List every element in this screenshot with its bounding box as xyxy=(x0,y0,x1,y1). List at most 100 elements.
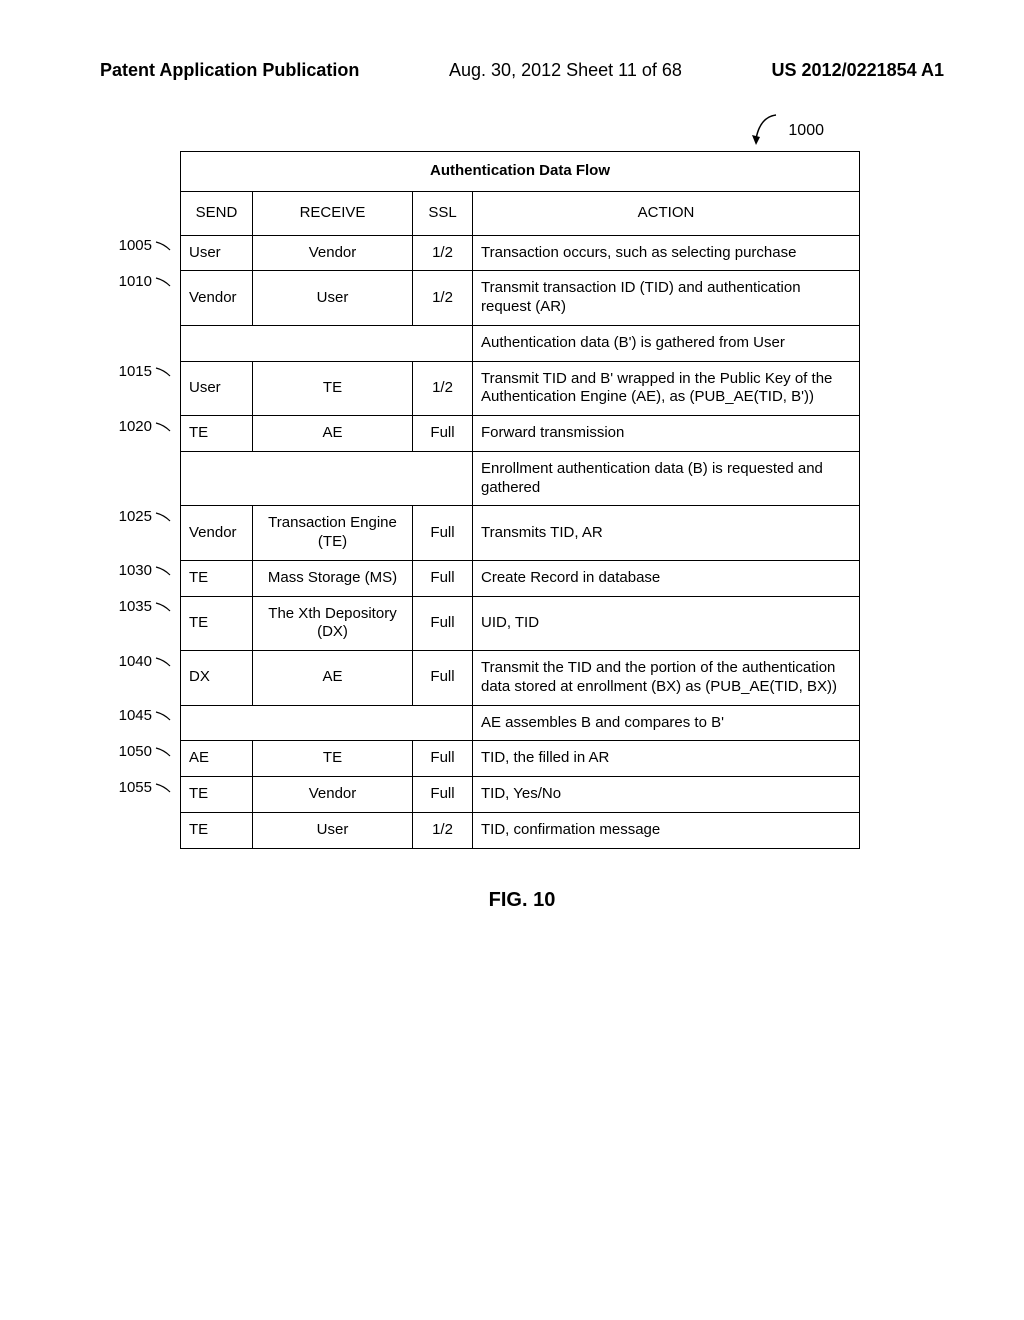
figure-area: 1000 10051010101510201025103010351040104… xyxy=(180,151,944,912)
cell-ssl: 1/2 xyxy=(413,271,473,326)
cell-send: DX xyxy=(181,651,253,706)
cell-blank xyxy=(181,451,473,506)
row-ref-number: 1055 xyxy=(119,779,152,796)
cell-receive: TE xyxy=(253,741,413,777)
cell-ssl: Full xyxy=(413,416,473,452)
row-ref-number: 1030 xyxy=(119,562,152,579)
table-title: Authentication Data Flow xyxy=(181,152,860,192)
cell-action: Transmit transaction ID (TID) and authen… xyxy=(473,271,860,326)
table-row: UserTE1/2Transmit TID and B' wrapped in … xyxy=(181,361,860,416)
cell-action: Transmits TID, AR xyxy=(473,506,860,561)
cell-action: UID, TID xyxy=(473,596,860,651)
table-row: TEMass Storage (MS)FullCreate Record in … xyxy=(181,560,860,596)
cell-send: TE xyxy=(181,416,253,452)
leader-tick-icon xyxy=(154,421,172,433)
cell-ssl: Full xyxy=(413,741,473,777)
row-ref-number: 1020 xyxy=(119,418,152,435)
leader-tick-icon xyxy=(154,240,172,252)
row-ref-label: 1030 xyxy=(102,562,172,579)
table-row: TEUser1/2TID, confirmation message xyxy=(181,812,860,848)
table-row: Enrollment authentication data (B) is re… xyxy=(181,451,860,506)
cell-send: Vendor xyxy=(181,506,253,561)
table-header-row: SEND RECEIVE SSL ACTION xyxy=(181,191,860,235)
table-title-row: Authentication Data Flow xyxy=(181,152,860,192)
leader-tick-icon xyxy=(154,656,172,668)
cell-send: TE xyxy=(181,596,253,651)
row-ref-label: 1045 xyxy=(102,707,172,724)
leader-tick-icon xyxy=(154,366,172,378)
leader-tick-icon xyxy=(154,565,172,577)
cell-ssl: 1/2 xyxy=(413,361,473,416)
table-row: VendorTransaction Engine (TE)FullTransmi… xyxy=(181,506,860,561)
leader-arrow-icon xyxy=(746,111,782,151)
header-right: US 2012/0221854 A1 xyxy=(772,60,944,81)
row-ref-label: 1025 xyxy=(102,508,172,525)
cell-receive: AE xyxy=(253,651,413,706)
row-ref-number: 1040 xyxy=(119,653,152,670)
header-left: Patent Application Publication xyxy=(100,60,359,81)
row-ref-label: 1050 xyxy=(102,743,172,760)
leader-tick-icon xyxy=(154,782,172,794)
cell-receive: User xyxy=(253,812,413,848)
table-row: AETEFullTID, the filled in AR xyxy=(181,741,860,777)
cell-send: AE xyxy=(181,741,253,777)
cell-action: Transmit TID and B' wrapped in the Publi… xyxy=(473,361,860,416)
row-ref-label: 1015 xyxy=(102,363,172,380)
row-ref-number: 1045 xyxy=(119,707,152,724)
cell-receive: Transaction Engine (TE) xyxy=(253,506,413,561)
row-ref-number: 1015 xyxy=(119,363,152,380)
cell-action: TID, Yes/No xyxy=(473,777,860,813)
table-row: DXAEFullTransmit the TID and the portion… xyxy=(181,651,860,706)
cell-send: TE xyxy=(181,560,253,596)
cell-action: Transaction occurs, such as selecting pu… xyxy=(473,235,860,271)
cell-receive: Vendor xyxy=(253,777,413,813)
row-ref-number: 1010 xyxy=(119,273,152,290)
row-ref-number: 1035 xyxy=(119,598,152,615)
table-row: VendorUser1/2Transmit transaction ID (TI… xyxy=(181,271,860,326)
cell-send: TE xyxy=(181,812,253,848)
row-ref-label: 1055 xyxy=(102,779,172,796)
cell-ssl: Full xyxy=(413,777,473,813)
cell-send: User xyxy=(181,361,253,416)
cell-blank xyxy=(181,705,473,741)
cell-receive: AE xyxy=(253,416,413,452)
cell-receive: User xyxy=(253,271,413,326)
page: Patent Application Publication Aug. 30, … xyxy=(0,0,1024,1320)
cell-ssl: Full xyxy=(413,506,473,561)
col-header-send: SEND xyxy=(181,191,253,235)
cell-action: TID, the filled in AR xyxy=(473,741,860,777)
table-row: TEThe Xth Depository (DX)FullUID, TID xyxy=(181,596,860,651)
cell-blank xyxy=(181,325,473,361)
row-ref-label: 1005 xyxy=(102,237,172,254)
figure-caption: FIG. 10 xyxy=(100,889,944,912)
col-header-action: ACTION xyxy=(473,191,860,235)
table-row: Authentication data (B') is gathered fro… xyxy=(181,325,860,361)
leader-tick-icon xyxy=(154,511,172,523)
cell-action: Create Record in database xyxy=(473,560,860,596)
cell-receive: Mass Storage (MS) xyxy=(253,560,413,596)
table-row: UserVendor1/2Transaction occurs, such as… xyxy=(181,235,860,271)
table-row: AE assembles B and compares to B' xyxy=(181,705,860,741)
row-ref-label: 1010 xyxy=(102,273,172,290)
cell-action: Forward transmission xyxy=(473,416,860,452)
page-header: Patent Application Publication Aug. 30, … xyxy=(100,60,944,81)
leader-tick-icon xyxy=(154,746,172,758)
leader-tick-icon xyxy=(154,710,172,722)
cell-send: User xyxy=(181,235,253,271)
data-flow-table: Authentication Data Flow SEND RECEIVE SS… xyxy=(180,151,860,849)
cell-action: Authentication data (B') is gathered fro… xyxy=(473,325,860,361)
cell-receive: TE xyxy=(253,361,413,416)
cell-send: Vendor xyxy=(181,271,253,326)
leader-tick-icon xyxy=(154,276,172,288)
row-ref-label: 1040 xyxy=(102,653,172,670)
row-ref-number: 1005 xyxy=(119,237,152,254)
cell-ssl: 1/2 xyxy=(413,235,473,271)
row-ref-label: 1020 xyxy=(102,418,172,435)
cell-action: Transmit the TID and the portion of the … xyxy=(473,651,860,706)
col-header-ssl: SSL xyxy=(413,191,473,235)
row-ref-label: 1035 xyxy=(102,598,172,615)
cell-receive: Vendor xyxy=(253,235,413,271)
header-center: Aug. 30, 2012 Sheet 11 of 68 xyxy=(449,60,682,81)
cell-ssl: Full xyxy=(413,596,473,651)
table-row: TEVendorFullTID, Yes/No xyxy=(181,777,860,813)
